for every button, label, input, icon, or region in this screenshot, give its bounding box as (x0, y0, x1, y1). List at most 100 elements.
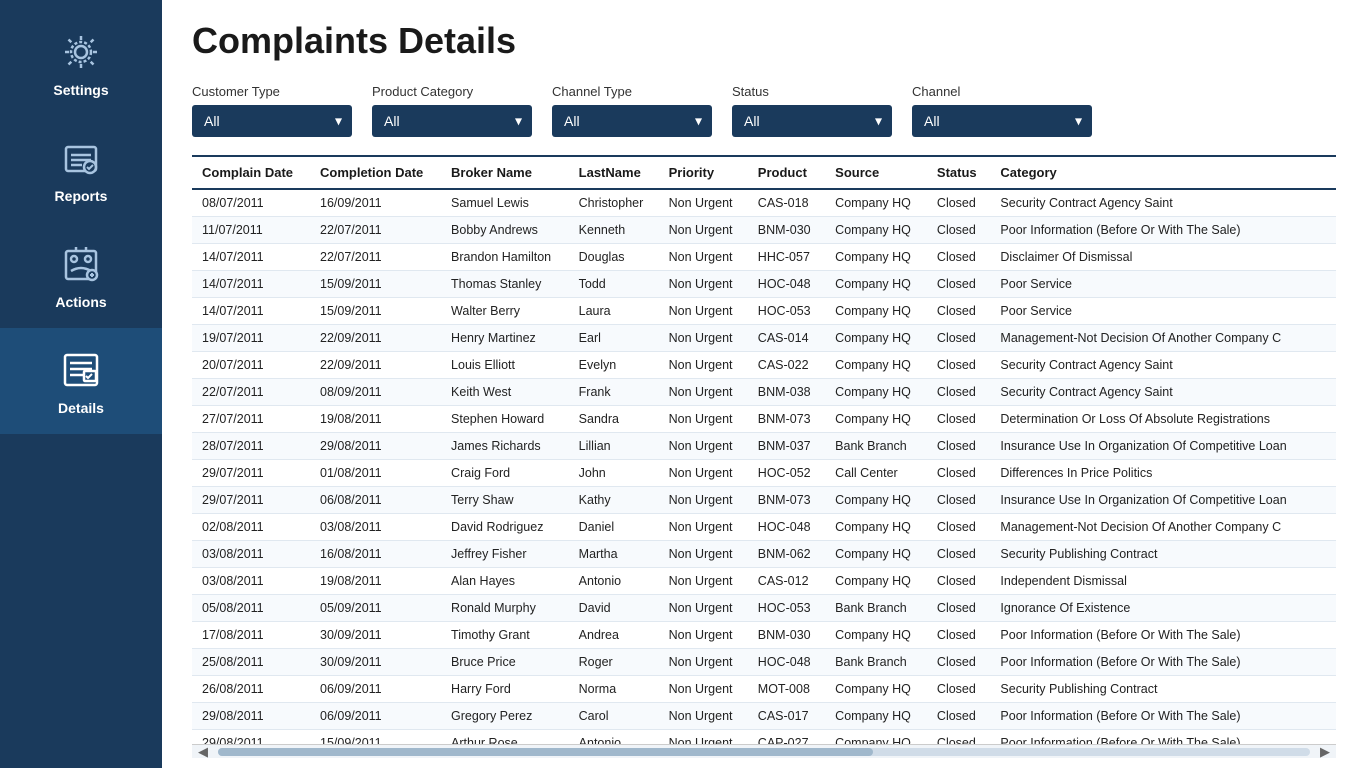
table-cell: Company HQ (825, 406, 927, 433)
col-source: Source (825, 157, 927, 189)
table-row[interactable]: 26/08/201106/09/2011Harry FordNormaNon U… (192, 676, 1336, 703)
table-cell: Management-Not Decision Of Another Compa… (990, 325, 1316, 352)
horizontal-scrollbar[interactable]: ◀ ▶ (192, 744, 1336, 758)
table-cell: Poor Information (Before Or With The Sal… (990, 622, 1316, 649)
table-cell: 22/07/2011 (310, 244, 441, 271)
filter-channel-type-select[interactable]: All (552, 105, 712, 137)
table-row[interactable]: 14/07/201115/09/2011Thomas StanleyToddNo… (192, 271, 1336, 298)
table-cell: Call Center (825, 460, 927, 487)
table-row[interactable]: 29/08/201115/09/2011Arthur RoseAntonioNo… (192, 730, 1336, 745)
sidebar-settings-label: Settings (53, 82, 108, 98)
table-cell: Closed (927, 433, 990, 460)
table-cell: James Richards (441, 433, 569, 460)
filter-channel-type: Channel Type All (552, 84, 712, 137)
table-row[interactable]: 14/07/201115/09/2011Walter BerryLauraNon… (192, 298, 1336, 325)
table-row[interactable]: 27/07/201119/08/2011Stephen HowardSandra… (192, 406, 1336, 433)
table-cell: Company HQ (825, 244, 927, 271)
table-cell: Non Urgent (659, 352, 748, 379)
table-cell: Company HQ (825, 352, 927, 379)
table-cell: Company HQ (825, 217, 927, 244)
complaints-table-container[interactable]: Complain Date Completion Date Broker Nam… (192, 155, 1336, 744)
table-cell: Disclaimer Of Dismissal (990, 244, 1316, 271)
table-cell: Thomas Stanley (441, 271, 569, 298)
filter-channel-type-label: Channel Type (552, 84, 712, 99)
table-cell: HOC-053 (748, 595, 825, 622)
sidebar-item-details[interactable]: Details (0, 328, 162, 434)
table-cell: BNM-062 (748, 541, 825, 568)
filter-channel-select[interactable]: All (912, 105, 1092, 137)
table-cell: Christopher (569, 189, 659, 217)
table-row[interactable]: 05/08/201105/09/2011Ronald MurphyDavidNo… (192, 595, 1336, 622)
table-cell: Closed (927, 568, 990, 595)
col-completion-date: Completion Date (310, 157, 441, 189)
table-cell: Sandra (569, 406, 659, 433)
table-cell: CAS-022 (748, 352, 825, 379)
complaints-table: Complain Date Completion Date Broker Nam… (192, 157, 1336, 744)
sidebar-item-reports[interactable]: Reports (0, 116, 162, 222)
filter-customer-type: Customer Type All (192, 84, 352, 137)
filter-status-select[interactable]: All (732, 105, 892, 137)
table-row[interactable]: 03/08/201116/08/2011Jeffrey FisherMartha… (192, 541, 1336, 568)
table-cell: Kenneth (569, 217, 659, 244)
table-cell: 06/09/2011 (310, 676, 441, 703)
table-cell: Differences In Price Politics (990, 460, 1316, 487)
table-row[interactable]: 29/07/201101/08/2011Craig FordJohnNon Ur… (192, 460, 1336, 487)
table-cell: 27/07/2011 (192, 406, 310, 433)
scroll-right-arrow[interactable]: ▶ (1314, 744, 1336, 760)
table-cell: Closed (927, 460, 990, 487)
sidebar-details-label: Details (58, 400, 104, 416)
table-cell: Closed (927, 352, 990, 379)
table-row[interactable]: 17/08/201130/09/2011Timothy GrantAndreaN… (192, 622, 1336, 649)
table-row[interactable]: 14/07/201122/07/2011Brandon HamiltonDoug… (192, 244, 1336, 271)
table-cell: 22/07/2011 (310, 217, 441, 244)
table-cell: 16/09/2011 (310, 189, 441, 217)
table-cell: Henry Martinez (441, 325, 569, 352)
table-cell: Security Contract Agency Saint (990, 352, 1316, 379)
table-row[interactable]: 03/08/201119/08/2011Alan HayesAntonioNon… (192, 568, 1336, 595)
table-cell: CAS-017 (748, 703, 825, 730)
scroll-left-arrow[interactable]: ◀ (192, 744, 214, 760)
sidebar-item-settings[interactable]: Settings (0, 10, 162, 116)
table-row[interactable]: 11/07/201122/07/2011Bobby AndrewsKenneth… (192, 217, 1336, 244)
table-row[interactable]: 22/07/201108/09/2011Keith WestFrankNon U… (192, 379, 1336, 406)
table-cell: Brandon Hamilton (441, 244, 569, 271)
table-cell: Roger (569, 649, 659, 676)
table-row[interactable]: 02/08/201103/08/2011David RodriguezDanie… (192, 514, 1336, 541)
table-row[interactable]: 29/07/201106/08/2011Terry ShawKathyNon U… (192, 487, 1336, 514)
table-row[interactable]: 20/07/201122/09/2011Louis ElliottEvelynN… (192, 352, 1336, 379)
sidebar-actions-label: Actions (55, 294, 106, 310)
table-cell: HOC-053 (748, 298, 825, 325)
table-row[interactable]: 29/08/201106/09/2011Gregory PerezCarolNo… (192, 703, 1336, 730)
table-cell: Closed (927, 298, 990, 325)
table-cell: 05/08/2011 (192, 595, 310, 622)
table-cell: Closed (927, 649, 990, 676)
table-cell: 29/08/2011 (310, 433, 441, 460)
table-cell: Non Urgent (659, 514, 748, 541)
table-cell: Todd (569, 271, 659, 298)
filter-status: Status All (732, 84, 892, 137)
table-row[interactable]: 25/08/201130/09/2011Bruce PriceRogerNon … (192, 649, 1336, 676)
sidebar: Settings Reports (0, 0, 162, 768)
table-cell: Non Urgent (659, 433, 748, 460)
col-lastname: LastName (569, 157, 659, 189)
table-cell: 26/08/2011 (192, 676, 310, 703)
table-cell: HOC-048 (748, 271, 825, 298)
table-cell: Laura (569, 298, 659, 325)
table-cell: Non Urgent (659, 568, 748, 595)
table-cell: 03/08/2011 (192, 541, 310, 568)
table-row[interactable]: 08/07/201116/09/2011Samuel LewisChristop… (192, 189, 1336, 217)
table-row[interactable]: 19/07/201122/09/2011Henry MartinezEarlNo… (192, 325, 1336, 352)
sidebar-item-actions[interactable]: Actions (0, 222, 162, 328)
table-cell: 28/07/2011 (192, 433, 310, 460)
table-cell: Closed (927, 703, 990, 730)
table-cell: Security Contract Agency Saint (990, 189, 1316, 217)
filter-customer-type-select[interactable]: All (192, 105, 352, 137)
actions-icon (57, 240, 105, 288)
filter-product-category-select[interactable]: All (372, 105, 532, 137)
table-cell: Timothy Grant (441, 622, 569, 649)
table-cell: Non Urgent (659, 189, 748, 217)
table-row[interactable]: 28/07/201129/08/2011James RichardsLillia… (192, 433, 1336, 460)
table-cell: 06/09/2011 (310, 703, 441, 730)
table-cell: Closed (927, 244, 990, 271)
table-cell: Bank Branch (825, 595, 927, 622)
